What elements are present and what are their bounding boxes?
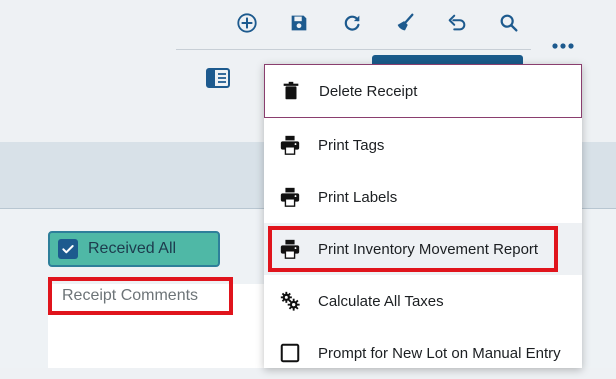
menu-item-label: Prompt for New Lot on Manual Entry [318,344,561,362]
menu-item-label: Print Tags [318,136,385,154]
menu-item-print-labels[interactable]: Print Labels [264,171,582,223]
menu-item-print-inventory-movement-report[interactable]: Print Inventory Movement Report [264,223,582,275]
printer-icon [278,133,302,157]
toolbar-divider [176,49,531,50]
more-icon[interactable] [546,34,580,58]
refresh-icon[interactable] [337,8,367,38]
add-icon[interactable] [232,8,262,38]
menu-item-print-tags[interactable]: Print Tags [264,119,582,171]
printer-icon [278,237,302,261]
trash-icon [279,79,303,103]
checkbox-icon[interactable] [278,341,302,365]
menu-item-label: Delete Receipt [319,82,418,100]
received-all-toggle[interactable]: Received All [48,231,220,267]
clear-icon[interactable] [390,8,420,38]
menu-item-label: Print Labels [318,188,398,206]
menu-item-label: Print Inventory Movement Report [318,240,539,258]
search-icon[interactable] [494,8,524,38]
panel-icon[interactable] [204,66,232,90]
receipt-comments-placeholder: Receipt Comments [62,287,199,304]
printer-icon [278,185,302,209]
checkbox-checked-icon[interactable] [58,239,78,259]
received-all-label: Received All [88,240,177,257]
actions-menu: Delete Receipt Print Tags Print Labels P… [264,64,582,368]
gears-icon [278,289,302,313]
menu-item-label: Calculate All Taxes [318,292,444,310]
menu-item-prompt-new-lot[interactable]: Prompt for New Lot on Manual Entry [264,327,582,379]
menu-item-calculate-all-taxes[interactable]: Calculate All Taxes [264,275,582,327]
save-icon[interactable] [284,8,314,38]
undo-icon[interactable] [442,8,472,38]
menu-item-delete-receipt[interactable]: Delete Receipt [264,64,582,118]
